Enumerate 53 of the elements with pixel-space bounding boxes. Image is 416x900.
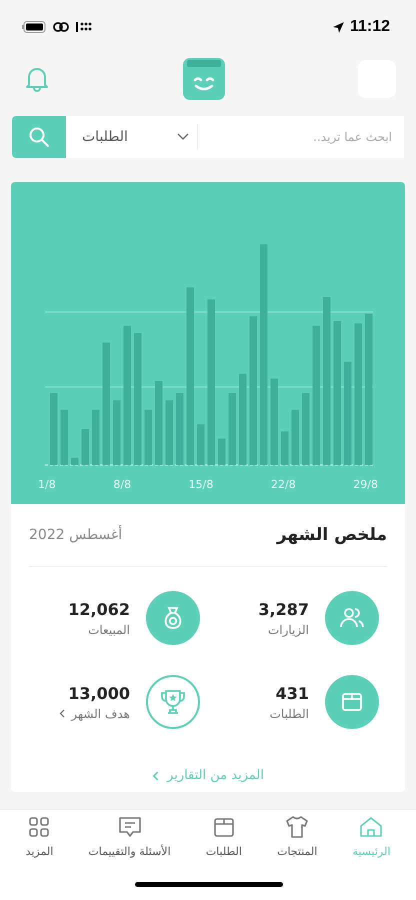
axis-label: 22/8 [270,478,296,491]
shirt-icon [284,814,310,840]
chart-bar [82,429,89,465]
notification-bell-icon[interactable] [24,65,50,93]
chart-bar [60,410,68,465]
axis-label: 29/8 [353,478,378,491]
stat-label: المبيعات [88,622,130,636]
money-bag-icon [146,591,200,645]
chart-bar [197,424,204,465]
chart-bar [92,410,100,465]
chevron-left-icon [59,709,66,718]
chart-bar [166,400,173,465]
stat-value: 13,000 [68,684,130,702]
axis-label: 8/8 [113,478,132,491]
logo-icon [183,58,225,100]
trophy-icon [146,675,200,729]
chart-bar [281,431,288,465]
location-icon [332,20,345,34]
axis-label: 15/8 [188,478,214,491]
stat-label: الطلبات [270,706,309,720]
stat-value: 431 [276,684,309,702]
tab-bar-item[interactable]: المزيد [24,810,56,868]
stat-value: 12,062 [68,600,130,618]
tab-bar-item[interactable]: الأسئلة والتقييمات [86,810,173,868]
stat-value: 3,287 [258,600,309,618]
goal-link[interactable]: هدف الشهر [59,706,130,720]
battery-icon [22,21,46,33]
summary-period: أغسطس 2022 [29,527,122,543]
chart-bar [71,458,78,465]
chart-bar [50,393,58,465]
chart-bar [292,410,299,465]
search-button[interactable] [12,116,66,158]
summary-title: ملخص الشهر [276,525,387,545]
tab-bar-item[interactable]: المنتجات [275,810,320,868]
chevron-down-icon [177,133,189,141]
chat-icon [116,814,143,840]
chart-bar [144,410,152,465]
chart-bar [228,393,236,465]
chart-bar [113,400,120,465]
axis-label: 1/8 [38,478,56,491]
stat-label: الزيارات [268,622,309,636]
status-time: 11:12 [350,18,390,36]
link-icon [52,21,70,33]
chart-bar [176,393,184,465]
home-icon [358,814,384,840]
box-icon [325,675,379,729]
chart-bar [302,393,310,465]
chevron-left-icon [152,770,160,780]
users-icon [325,591,379,645]
chart-bar [218,438,226,465]
signal-icon [76,22,92,32]
search-icon [28,126,50,148]
tab-bar-item[interactable]: الطلبات [204,810,244,868]
